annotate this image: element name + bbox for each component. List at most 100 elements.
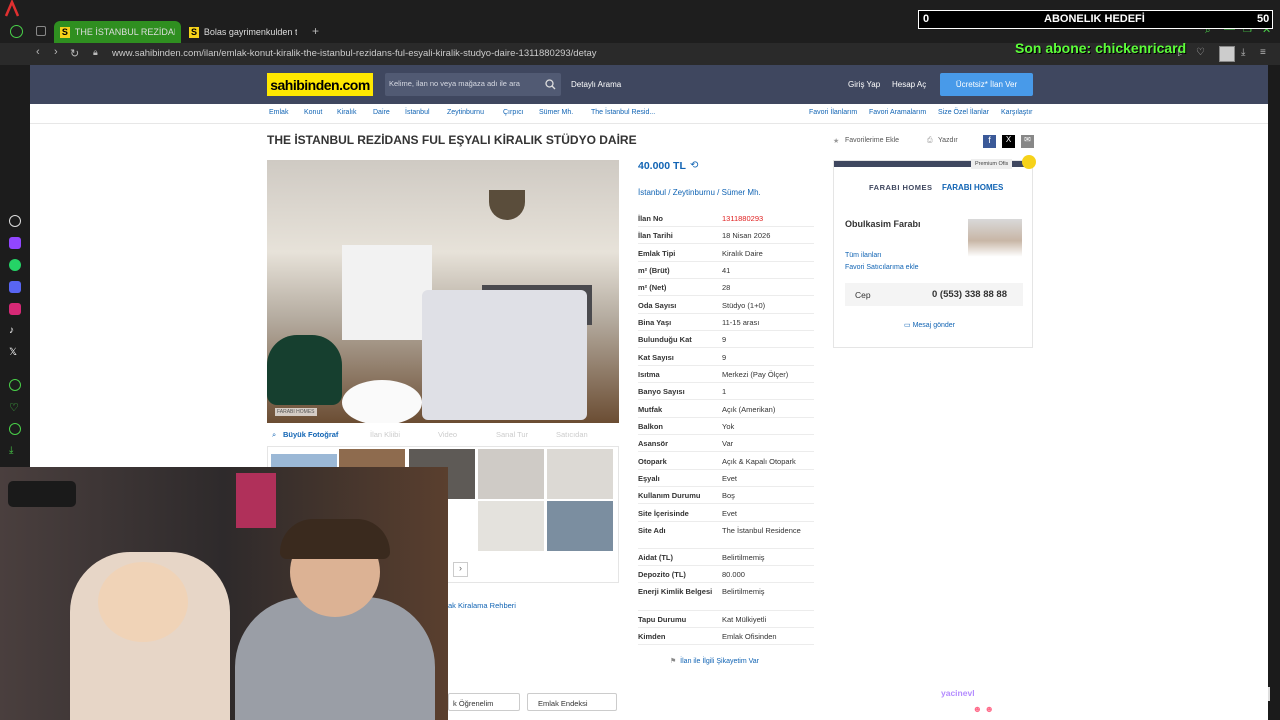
breadcrumb-item[interactable]: Emlak xyxy=(269,109,288,116)
search-input[interactable]: Kelime, ilan no veya mağaza adı ile ara xyxy=(385,73,561,96)
tab-listing-clip[interactable]: İlan Kliibi xyxy=(370,430,400,439)
history-icon[interactable] xyxy=(9,423,21,435)
breadcrumb-item[interactable]: Konut xyxy=(304,109,322,116)
detailed-search-link[interactable]: Detaylı Arama xyxy=(571,80,621,89)
details-key: İlan No xyxy=(638,214,664,223)
x-icon[interactable]: 𝕏 xyxy=(9,347,21,359)
last-subscriber: Son abone: chickenricard xyxy=(1015,40,1187,56)
login-link[interactable]: Giriş Yap xyxy=(848,80,880,89)
details-key: Mutfak xyxy=(638,405,663,414)
agency-name[interactable]: FARABI HOMES xyxy=(942,183,1003,192)
facebook-share-icon[interactable]: f xyxy=(983,135,996,148)
flag-icon: ⚑ xyxy=(670,658,677,665)
heart-icon[interactable]: ♡ xyxy=(1196,47,1205,58)
learn-button[interactable]: k Öğrenelim xyxy=(448,693,520,711)
breadcrumb-item[interactable]: İstanbul xyxy=(405,109,430,116)
back-icon[interactable]: ‹ xyxy=(36,46,40,58)
tab-video[interactable]: Video xyxy=(438,430,457,439)
instagram-icon[interactable] xyxy=(9,303,21,315)
details-row: Tapu Durumu Kat Mülkiyetli xyxy=(638,611,814,628)
details-key: Enerji Kimlik Belgesi xyxy=(638,587,713,596)
tab-inactive-label: Bolas gayrimenkulden the xyxy=(203,27,297,37)
reload-icon[interactable]: ↻ xyxy=(70,47,79,60)
user-link-fav-searches[interactable]: Favori Aramalarım xyxy=(869,109,926,116)
details-key: Otopark xyxy=(638,457,667,466)
download-icon[interactable]: ⤓ xyxy=(9,445,21,457)
thumbnail[interactable] xyxy=(547,501,613,551)
all-listings-link[interactable]: Tüm ilanları xyxy=(845,252,882,259)
thumbnail[interactable] xyxy=(547,449,613,499)
breadcrumb-item[interactable]: Sümer Mh. xyxy=(539,109,573,116)
breadcrumb-item[interactable]: The İstanbul Resid... xyxy=(591,109,655,116)
user-link-fav-listings[interactable]: Favori İlanlarım xyxy=(809,109,857,116)
details-value: Belirtilmemiş xyxy=(722,553,765,562)
send-message-link[interactable]: ▭ Mesaj gönder xyxy=(904,321,955,329)
profile-avatar[interactable] xyxy=(1219,46,1235,62)
tab-from-seller[interactable]: Satıcıdan xyxy=(556,430,588,439)
listing-main-photo[interactable]: FARABI HOMES xyxy=(267,160,619,423)
breadcrumb-item[interactable]: Daire xyxy=(373,109,390,116)
thumbnail[interactable] xyxy=(478,449,544,499)
post-ad-button[interactable]: Ücretsiz* İlan Ver xyxy=(940,73,1033,96)
chatgpt-icon[interactable] xyxy=(9,215,21,227)
discord-icon[interactable] xyxy=(9,281,21,293)
sahibinden-favicon: S xyxy=(60,26,70,38)
chat-username: yacinevl xyxy=(929,704,965,714)
tab-active[interactable]: S THE İSTANBUL REZİDANS xyxy=(54,21,181,43)
tiktok-icon[interactable]: ♪ xyxy=(9,325,21,337)
details-value: 11-15 arası xyxy=(722,318,760,327)
location-district[interactable]: Zeytinburnu xyxy=(673,188,715,197)
details-value: Merkezi (Pay Ölçer) xyxy=(722,370,789,379)
tab-list-icon[interactable] xyxy=(36,26,46,36)
photo-chandelier xyxy=(489,190,525,220)
chat-text: : klozet falan yere sıfır cüceler ya xyxy=(984,688,1109,698)
details-row: Bulunduğu Kat 9 xyxy=(638,331,814,348)
location-city[interactable]: İstanbul xyxy=(638,188,666,197)
details-value: Emlak Ofisinden xyxy=(722,632,777,641)
download-icon[interactable]: ⤓ xyxy=(1241,47,1245,58)
price-history-icon[interactable]: ⟲ xyxy=(690,160,698,171)
heart-icon[interactable]: ♡ xyxy=(9,401,21,414)
new-tab-button[interactable]: + xyxy=(312,24,319,38)
details-row: Balkon Yok xyxy=(638,418,814,435)
fav-seller-link[interactable]: Favori Satıcılarıma ekle xyxy=(845,264,919,271)
x-share-icon[interactable]: X xyxy=(1002,135,1015,148)
rental-guide-link[interactable]: ak Kiralama Rehberi xyxy=(448,601,516,610)
complain-link[interactable]: ⚑ İlan ile İlgili Şikayetim Var xyxy=(670,657,759,665)
details-key: Banyo Sayısı xyxy=(638,387,685,396)
more-menu-icon[interactable]: ≡ xyxy=(1260,47,1266,58)
forward-icon[interactable]: › xyxy=(54,46,58,58)
breadcrumb-item[interactable]: Zeytinburnu xyxy=(447,109,484,116)
details-value: 9 xyxy=(722,353,727,362)
real-estate-index-button[interactable]: Emlak Endeksi xyxy=(527,693,617,711)
register-link[interactable]: Hesap Aç xyxy=(892,80,926,89)
browser-menu-icon[interactable] xyxy=(10,25,23,38)
details-value[interactable]: 1311880293 xyxy=(722,214,814,223)
agency-logo[interactable]: FARABI HOMES xyxy=(869,183,933,192)
user-link-compare[interactable]: Karşılaştır xyxy=(1001,109,1033,116)
twitch-icon[interactable] xyxy=(9,237,21,249)
search-icon[interactable] xyxy=(545,79,556,90)
thumbnail[interactable] xyxy=(478,501,544,551)
play-circle-icon[interactable] xyxy=(9,379,21,391)
breadcrumb-item[interactable]: Çırpıcı xyxy=(503,109,524,116)
print-link[interactable]: Yazdır xyxy=(938,137,958,144)
details-key: İlan Tarihi xyxy=(638,231,673,240)
next-thumbnails-button[interactable]: › xyxy=(453,562,468,577)
sahibinden-logo[interactable]: sahibinden.com xyxy=(267,73,373,96)
whatsapp-icon[interactable] xyxy=(9,259,21,271)
phone-number[interactable]: 0 (553) 338 88 88 xyxy=(932,289,1007,300)
details-row: Depozito (TL) 80.000 xyxy=(638,566,814,583)
location-neighborhood[interactable]: Sümer Mh. xyxy=(722,188,761,197)
details-row: Kat Sayısı 9 xyxy=(638,349,814,366)
email-share-icon[interactable]: ✉ xyxy=(1021,135,1034,148)
tab-virtual-tour[interactable]: Sanal Tur xyxy=(496,430,528,439)
url-field[interactable]: www.sahibinden.com/ilan/emlak-konut-kira… xyxy=(112,48,597,59)
add-favorite-link[interactable]: Favorilerime Ekle xyxy=(845,137,899,144)
details-value: Evet xyxy=(722,474,738,483)
user-link-for-you[interactable]: Size Özel İlanlar xyxy=(938,109,989,116)
tab-inactive[interactable]: S Bolas gayrimenkulden the xyxy=(183,21,303,43)
breadcrumb-item[interactable]: Kiralık xyxy=(337,109,356,116)
details-row: Kimden Emlak Ofisinden xyxy=(638,628,814,645)
tab-large-photo[interactable]: Büyük Fotoğraf xyxy=(283,430,338,439)
